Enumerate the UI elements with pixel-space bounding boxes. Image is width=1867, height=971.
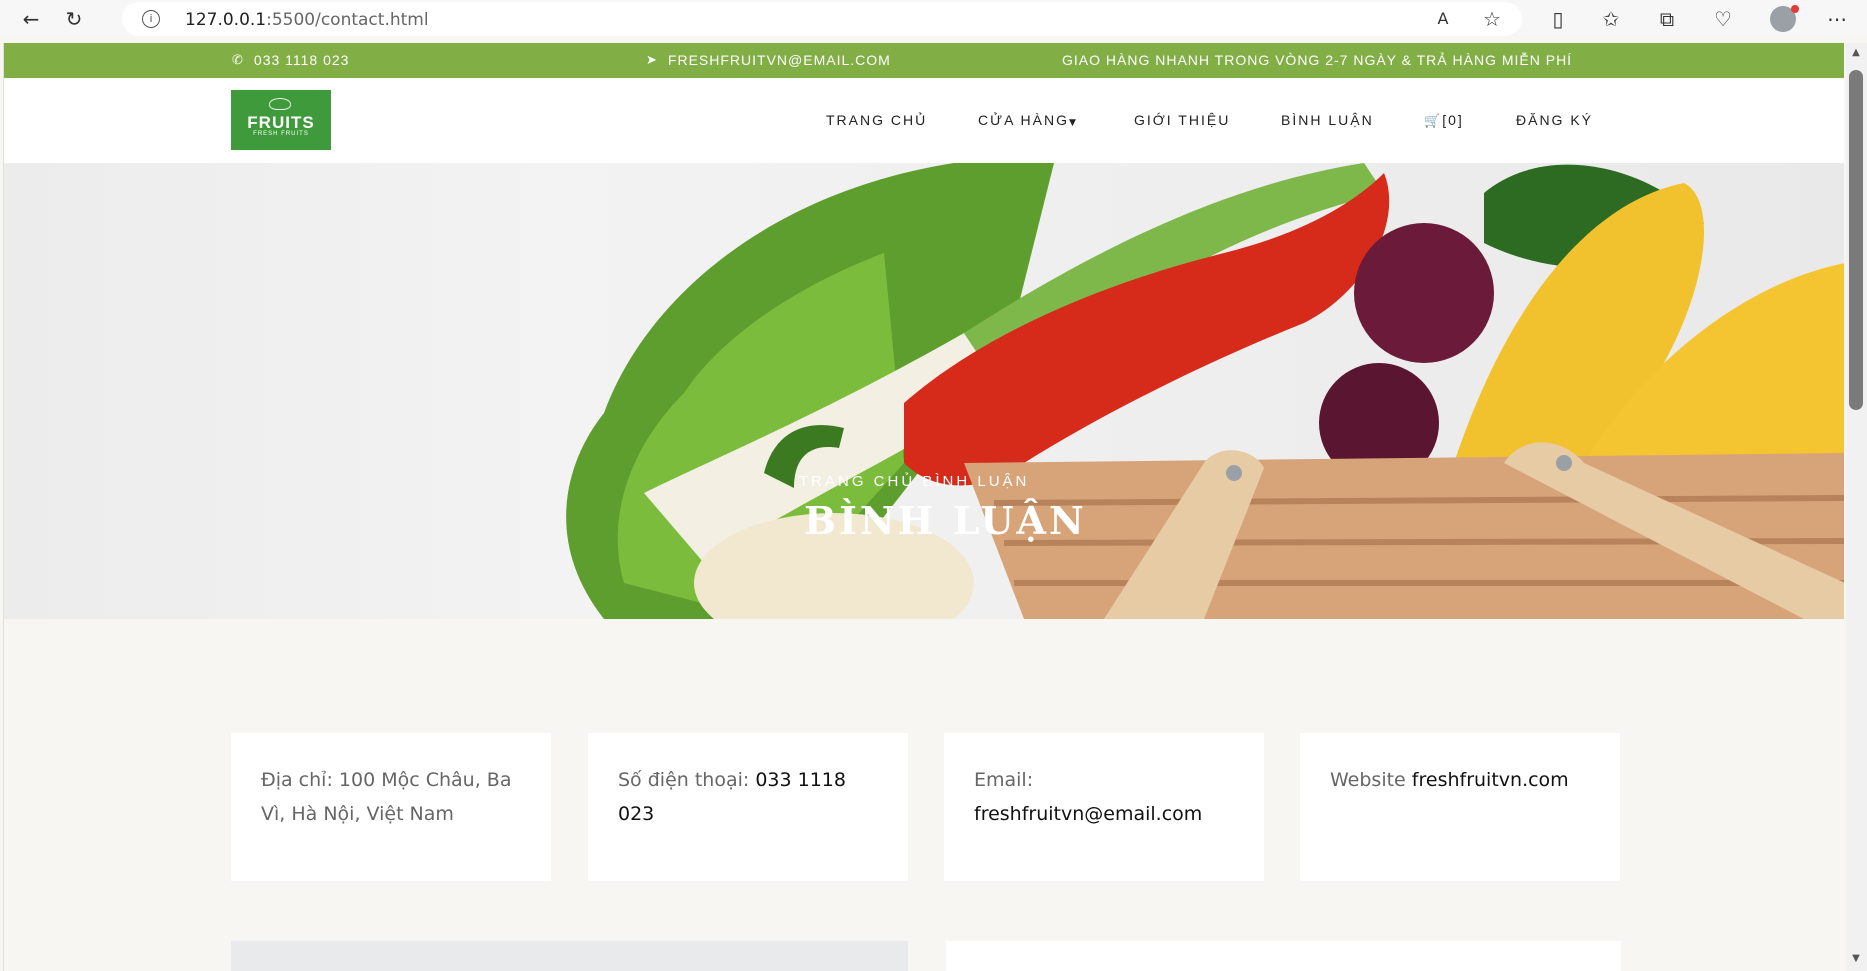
dropdown-caret-icon: ▼ [1068,118,1078,128]
favorites-list-icon[interactable]: ✩ [1599,7,1623,31]
email-link[interactable]: freshfruitvn@email.com [974,803,1202,825]
page-title: BÌNH LUẬN [804,498,1087,543]
site-logo[interactable]: FRUITS FRESH FRUITS [231,90,331,150]
cart-icon: 🛒 [1424,114,1443,129]
topbar-email: ➤ FRESHFRUITVN@EMAIL.COM [646,52,891,68]
top-info-bar: ✆ 033 1118 023 ➤ FRESHFRUITVN@EMAIL.COM … [4,43,1844,78]
reload-icon[interactable]: ↻ [62,7,86,31]
phone-card: Số điện thoại: 033 1118 023 [588,733,908,881]
hero-banner: TRANG CHỦ BÌNH LUẬN BÌNH LUẬN [4,163,1844,619]
website-link[interactable]: freshfruitvn.com [1412,769,1569,791]
nav-comments[interactable]: BÌNH LUẬN [1281,112,1374,128]
scrollbar-thumb[interactable] [1849,70,1863,410]
browser-toolbar: ← ↻ i 127.0.0.1:5500/contact.html A ☆ ▯ … [0,0,1867,38]
scroll-up-arrow-icon[interactable]: ▲ [1849,47,1863,61]
nav-cart[interactable]: 🛒[0] [1424,112,1464,129]
topbar-phone: ✆ 033 1118 023 [232,52,350,68]
notification-dot [1791,5,1799,13]
address-bar[interactable]: i 127.0.0.1:5500/contact.html [122,2,1522,36]
read-aloud-icon[interactable]: A [1431,7,1455,31]
nav-shop[interactable]: CỬA HÀNG▼ [978,112,1078,128]
topbar-shipping: GIAO HÀNG NHANH TRONG VÒNG 2-7 NGÀY & TR… [1062,52,1573,68]
map-placeholder [231,941,908,971]
nav-about[interactable]: GIỚI THIỆU [1134,112,1230,128]
breadcrumb-current: BÌNH LUẬN [922,473,1030,490]
phone-icon: ✆ [232,52,244,68]
nav-register[interactable]: ĐĂNG KÝ [1516,112,1593,128]
favorite-star-icon[interactable]: ☆ [1480,7,1504,31]
back-arrow-icon[interactable]: ← [19,7,43,31]
site-info-icon[interactable]: i [142,10,160,28]
vegetable-basket-image [566,163,1844,619]
split-screen-icon[interactable]: ▯ [1546,7,1570,31]
contact-form-panel [946,941,1621,971]
email-card: Email: freshfruitvn@email.com [944,733,1264,881]
address-card: Địa chỉ: 100 Mộc Châu, Ba Vì, Hà Nội, Vi… [231,733,551,881]
breadcrumb-home[interactable]: TRANG CHỦ [799,473,915,490]
more-menu-icon[interactable]: ⋯ [1825,7,1849,31]
website-card: Website freshfruitvn.com [1300,733,1620,881]
main-navbar: FRUITS FRESH FRUITS TRANG CHỦ CỬA HÀNG▼ … [4,78,1844,163]
leaf-icon [269,98,291,110]
page-viewport: ✆ 033 1118 023 ➤ FRESHFRUITVN@EMAIL.COM … [3,43,1844,971]
breadcrumb: TRANG CHỦ BÌNH LUẬN [799,473,1029,490]
nav-home[interactable]: TRANG CHỦ [826,112,927,128]
browser-essentials-icon[interactable]: ♡ [1711,7,1735,31]
paper-plane-icon: ➤ [646,52,658,68]
scroll-down-arrow-icon[interactable]: ▼ [1849,953,1863,967]
collections-icon[interactable]: ⧉ [1655,7,1679,31]
url-text: 127.0.0.1:5500/contact.html [185,10,429,30]
